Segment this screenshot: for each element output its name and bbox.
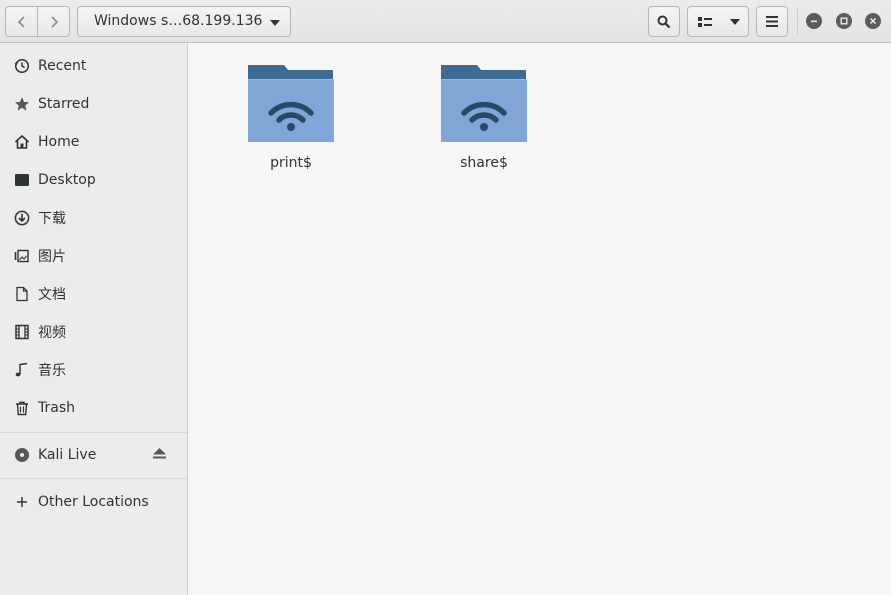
- maximize-icon: [840, 17, 848, 25]
- location-path-button[interactable]: Windows s…68.199.136: [77, 6, 291, 37]
- file-item-print[interactable]: print$: [231, 63, 351, 171]
- view-toggle-button[interactable]: [688, 7, 722, 36]
- clock-icon: [13, 57, 31, 75]
- sidebar-item-label: Trash: [38, 400, 75, 416]
- download-icon: [13, 209, 31, 227]
- chevron-down-icon: [270, 20, 280, 26]
- sidebar-item-label: Other Locations: [38, 494, 149, 510]
- sidebar-item-music[interactable]: 音乐: [0, 354, 188, 386]
- navigation-buttons: [5, 6, 70, 37]
- video-icon: [13, 323, 31, 341]
- forward-button[interactable]: [37, 7, 69, 36]
- sidebar-item-desktop[interactable]: Desktop: [0, 164, 188, 196]
- chevron-left-icon: [17, 15, 25, 28]
- view-options: [687, 6, 749, 37]
- sidebar-separator: [0, 432, 187, 433]
- music-icon: [13, 361, 31, 379]
- star-icon: [13, 95, 31, 113]
- sidebar-item-recent[interactable]: Recent: [0, 50, 188, 82]
- disc-icon: [13, 446, 31, 464]
- chevron-right-icon: [50, 15, 58, 28]
- close-button[interactable]: [865, 13, 881, 29]
- network-share-folder-icon: [441, 65, 527, 142]
- minimize-icon: [811, 20, 817, 23]
- view-menu-button[interactable]: [722, 7, 748, 36]
- sidebar-item-label: Home: [38, 134, 80, 150]
- sidebar-item-downloads[interactable]: 下载: [0, 202, 188, 234]
- document-icon: [13, 285, 31, 303]
- chevron-down-icon: [730, 18, 740, 25]
- sidebar-item-documents[interactable]: 文档: [0, 278, 188, 310]
- eject-icon[interactable]: [153, 447, 166, 463]
- back-button[interactable]: [6, 7, 37, 36]
- sidebar-item-starred[interactable]: Starred: [0, 88, 188, 120]
- hamburger-menu-icon: [766, 16, 778, 27]
- close-icon: [869, 17, 877, 25]
- sidebar-item-label: 文档: [38, 287, 66, 303]
- sidebar-item-trash[interactable]: Trash: [0, 392, 188, 424]
- list-view-icon: [698, 16, 712, 27]
- sidebar-item-label: Desktop: [38, 172, 96, 188]
- search-button[interactable]: [648, 6, 680, 37]
- file-item-share[interactable]: share$: [424, 63, 544, 171]
- sidebar-item-label: Starred: [38, 96, 90, 112]
- path-label: Windows s…68.199.136: [94, 13, 263, 29]
- plus-icon: [13, 493, 31, 511]
- sidebar-item-pictures[interactable]: 图片: [0, 240, 188, 272]
- trash-icon: [13, 399, 31, 417]
- pictures-icon: [13, 247, 31, 265]
- sidebar-item-label: 下载: [38, 211, 66, 227]
- sidebar-item-home[interactable]: Home: [0, 126, 188, 158]
- header-bar: Windows s…68.199.136: [0, 0, 891, 43]
- sidebar-separator: [0, 478, 187, 479]
- minimize-button[interactable]: [806, 13, 822, 29]
- sidebar: Recent Starred Home Desktop 下载 图片 文档 视频 …: [0, 43, 188, 595]
- search-icon: [657, 15, 671, 28]
- sidebar-item-videos[interactable]: 视频: [0, 316, 188, 348]
- network-share-folder-icon: [248, 65, 334, 142]
- sidebar-item-other-locations[interactable]: Other Locations: [0, 486, 188, 518]
- file-view: print$ share$: [189, 43, 891, 595]
- sidebar-item-label: 视频: [38, 325, 66, 341]
- sidebar-item-kali-live[interactable]: Kali Live: [0, 439, 188, 471]
- sidebar-item-label: Recent: [38, 58, 87, 74]
- separator: [797, 8, 798, 35]
- desktop-icon: [13, 171, 31, 189]
- sidebar-item-label: 音乐: [38, 363, 66, 379]
- home-icon: [13, 133, 31, 151]
- sidebar-item-label: 图片: [38, 249, 66, 265]
- file-name: share$: [460, 155, 508, 171]
- file-name: print$: [270, 155, 312, 171]
- sidebar-item-label: Kali Live: [38, 447, 97, 463]
- main-menu-button[interactable]: [756, 6, 788, 37]
- maximize-button[interactable]: [836, 13, 852, 29]
